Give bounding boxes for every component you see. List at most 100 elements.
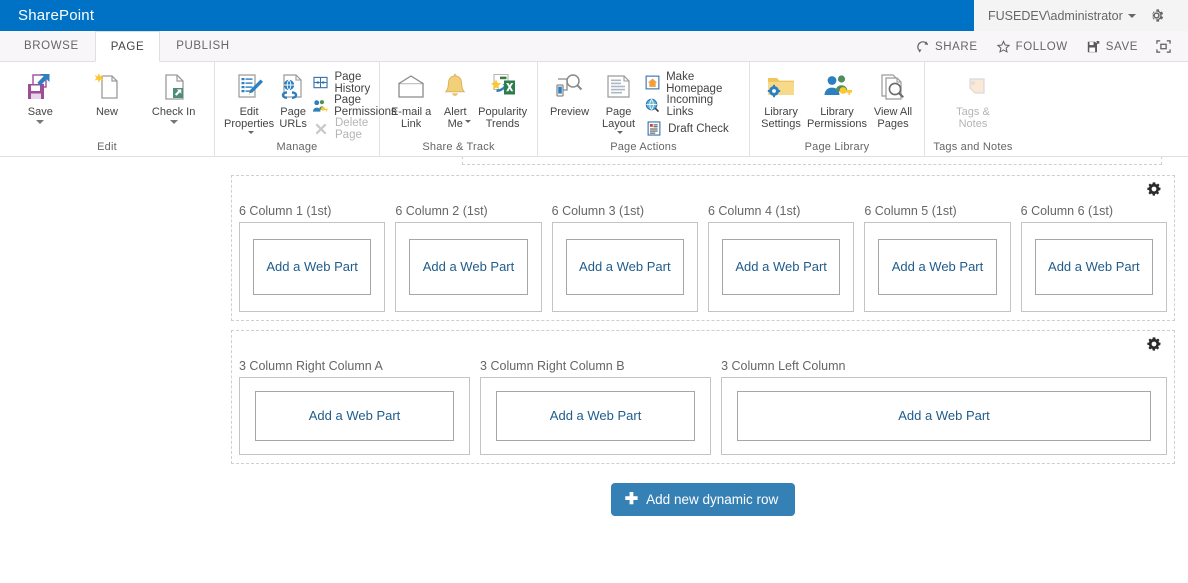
page-layout-button[interactable]: Page Layout xyxy=(594,67,643,134)
add-a-web-part-button[interactable]: Add a Web Part xyxy=(255,391,455,441)
draft-check-button[interactable]: Draft Check xyxy=(643,117,742,140)
add-a-web-part-button[interactable]: Add a Web Part xyxy=(496,391,696,441)
library-settings-icon xyxy=(765,70,797,104)
edit-properties-button[interactable]: Edit Properties xyxy=(222,67,276,134)
zone-title: 6 Column 2 (1st) xyxy=(395,204,488,218)
zone-drop-area[interactable]: Add a Web Part xyxy=(551,222,698,312)
add-a-web-part-button[interactable]: Add a Web Part xyxy=(409,239,528,295)
edit-properties-icon xyxy=(233,70,265,104)
user-name-label: FUSEDEV\administrator xyxy=(988,8,1123,23)
zone-settings-gear-button[interactable] xyxy=(1146,336,1162,352)
page-actions-small-buttons: Make Homepage Incoming Links Draft Check xyxy=(643,67,742,140)
new-page-button[interactable]: New xyxy=(83,67,131,118)
popularity-trends-label: Popularity Trends xyxy=(478,106,528,130)
zone-drop-area[interactable]: Add a Web Part xyxy=(395,222,542,312)
clipped-zone-above xyxy=(462,157,1162,165)
ribbon-group-tags-and-notes: Tags & Notes Tags and Notes xyxy=(925,62,1021,156)
tags-and-notes-label: Tags & Notes xyxy=(956,106,990,130)
zone-drop-area[interactable]: Add a Web Part xyxy=(864,222,1011,312)
ribbon-body: Save New Check In Edit Edit Properties P… xyxy=(0,62,1188,157)
save-ribbon-button[interactable]: Save xyxy=(16,67,64,124)
make-homepage-button[interactable]: Make Homepage xyxy=(643,71,742,95)
web-part-zone-column: 3 Column Right Column B Add a Web Part xyxy=(475,359,716,455)
incoming-links-label: Incoming Links xyxy=(666,93,714,118)
share-icon xyxy=(917,40,929,53)
view-all-pages-icon xyxy=(877,70,909,104)
check-in-button[interactable]: Check In xyxy=(150,67,198,124)
three-column-row: 3 Column Right Column A Add a Web Part 3… xyxy=(232,359,1174,455)
library-settings-button[interactable]: Library Settings xyxy=(757,67,805,130)
zone-drop-area[interactable]: Add a Web Part xyxy=(721,377,1167,455)
ribbon-tab-strip: BROWSE PAGE PUBLISH SHARE FOLLOW SAVE xyxy=(0,31,1188,62)
email-link-icon xyxy=(395,70,427,104)
email-a-link-label: E-mail a Link xyxy=(390,106,432,130)
alert-me-button[interactable]: Alert Me xyxy=(435,67,475,130)
save-icon xyxy=(1087,40,1100,52)
add-new-dynamic-row-button[interactable]: ✚ Add new dynamic row xyxy=(610,483,796,516)
follow-button[interactable]: FOLLOW xyxy=(987,31,1077,62)
email-a-link-button[interactable]: E-mail a Link xyxy=(387,67,435,130)
page-urls-button[interactable]: Page URLs xyxy=(276,67,310,130)
ribbon-group-label-manage: Manage xyxy=(276,141,318,153)
draft-check-label: Draft Check xyxy=(668,122,729,135)
add-a-web-part-button[interactable]: Add a Web Part xyxy=(565,239,684,295)
zone-title: 3 Column Right Column A xyxy=(239,359,383,373)
user-menu[interactable]: FUSEDEV\administrator xyxy=(988,9,1136,23)
page-urls-icon xyxy=(278,70,308,104)
gear-icon xyxy=(1152,9,1163,22)
gear-icon xyxy=(1147,182,1161,196)
zone-drop-area[interactable]: Add a Web Part xyxy=(239,222,386,312)
tab-publish[interactable]: PUBLISH xyxy=(160,30,245,61)
library-settings-label: Library Settings xyxy=(761,106,801,130)
plus-icon: ✚ xyxy=(624,490,639,508)
library-permissions-label: Library Permissions xyxy=(807,106,867,130)
view-all-pages-label: View All Pages xyxy=(873,106,913,130)
add-a-web-part-button[interactable]: Add a Web Part xyxy=(721,239,841,295)
add-a-web-part-button[interactable]: Add a Web Part xyxy=(253,239,372,295)
zone-title: 6 Column 4 (1st) xyxy=(707,204,801,218)
view-all-pages-button[interactable]: View All Pages xyxy=(869,67,917,130)
zone-title: 3 Column Right Column B xyxy=(480,359,625,373)
star-icon xyxy=(996,39,1010,53)
zone-drop-area[interactable]: Add a Web Part xyxy=(239,377,471,455)
incoming-links-button[interactable]: Incoming Links xyxy=(643,93,742,118)
page-urls-label: Page URLs xyxy=(279,106,307,130)
focus-on-content-icon xyxy=(1156,40,1171,53)
zone-drop-area[interactable]: Add a Web Part xyxy=(480,377,712,455)
make-homepage-icon xyxy=(645,74,660,91)
share-button[interactable]: SHARE xyxy=(907,31,987,62)
library-permissions-button[interactable]: Library Permissions xyxy=(805,67,869,130)
alert-me-label: Alert Me xyxy=(443,106,467,130)
web-part-zone-column: 6 Column 6 (1st) Add a Web Part xyxy=(1016,204,1172,312)
chevron-down-icon xyxy=(247,131,254,134)
add-a-web-part-button[interactable]: Add a Web Part xyxy=(737,391,1151,441)
chevron-down-icon xyxy=(617,131,624,134)
page-permissions-icon xyxy=(312,97,328,114)
save-quick-button[interactable]: SAVE xyxy=(1077,31,1147,62)
zone-settings-gear-button[interactable] xyxy=(1146,181,1162,197)
popularity-trends-icon xyxy=(487,70,519,104)
zone-drop-area[interactable]: Add a Web Part xyxy=(1020,222,1167,312)
suite-bar-right: FUSEDEV\administrator xyxy=(974,0,1188,31)
chevron-down-icon xyxy=(465,120,472,123)
incoming-links-icon xyxy=(645,97,660,114)
add-row-container: ✚ Add new dynamic row xyxy=(231,483,1175,516)
ribbon-group-page-library: Library Settings Library Permissions Vie… xyxy=(750,62,925,156)
preview-button[interactable]: Preview xyxy=(545,67,594,118)
add-a-web-part-button[interactable]: Add a Web Part xyxy=(878,239,997,295)
tab-browse[interactable]: BROWSE xyxy=(8,30,95,61)
settings-gear-button[interactable] xyxy=(1148,7,1165,24)
suite-bar: SharePoint FUSEDEV\administrator xyxy=(0,0,1188,31)
zone-drop-area[interactable]: Add a Web Part xyxy=(707,222,855,312)
ribbon-group-manage: Edit Properties Page URLs Page History P… xyxy=(215,62,397,156)
web-part-zone-column: 6 Column 3 (1st) Add a Web Part xyxy=(547,204,703,312)
popularity-trends-button[interactable]: Popularity Trends xyxy=(475,67,530,130)
alert-bell-icon xyxy=(440,70,470,104)
zone-title: 6 Column 6 (1st) xyxy=(1020,204,1114,218)
sharepoint-brand-link[interactable]: SharePoint xyxy=(0,7,94,24)
tab-page[interactable]: PAGE xyxy=(94,31,161,62)
gear-icon xyxy=(1147,337,1161,351)
focus-on-content-button[interactable] xyxy=(1147,31,1180,62)
add-a-web-part-button[interactable]: Add a Web Part xyxy=(1034,239,1153,295)
six-column-row: 6 Column 1 (1st) Add a Web Part 6 Column… xyxy=(232,204,1174,312)
